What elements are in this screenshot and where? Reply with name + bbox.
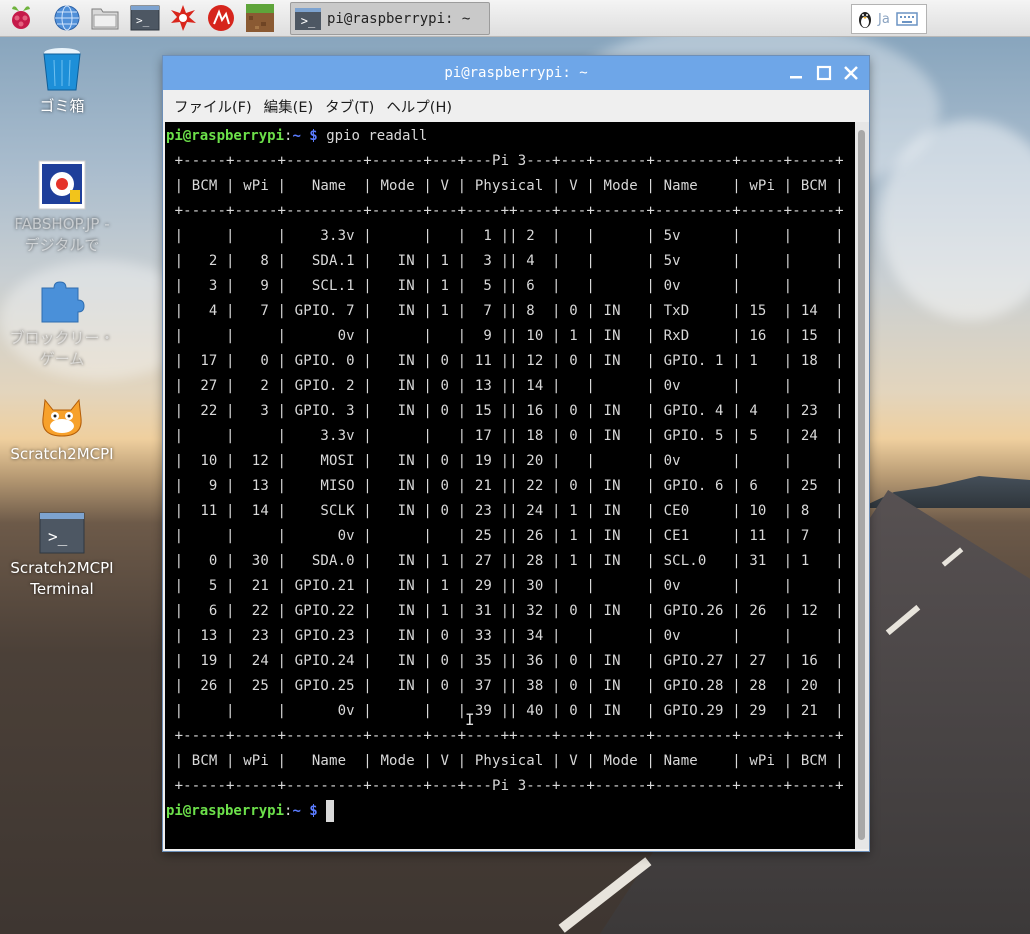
maximize-icon[interactable]: [815, 64, 833, 82]
menu-tabs[interactable]: タブ(T): [324, 96, 375, 117]
prompt-path: ~ $: [292, 803, 318, 819]
text-cursor: [326, 800, 335, 822]
gpio-table-line: | 6 | 22 | GPIO.22 | IN | 1 | 31 || 32 |…: [166, 603, 844, 619]
minecraft-icon[interactable]: [245, 3, 275, 33]
desktop-icon-label: Scratch2MCPI Terminal: [10, 559, 114, 598]
gpio-table-line: | | | 0v | | | 25 || 26 | 1 | IN | CE1 |…: [166, 528, 844, 544]
terminal-icon[interactable]: >_: [130, 3, 160, 33]
gpio-table-line: | BCM | wPi | Name | Mode | V | Physical…: [166, 178, 844, 194]
penguin-icon: [859, 12, 871, 28]
gpio-table-line: | | | 3.3v | | | 17 || 18 | 0 | IN | GPI…: [166, 428, 844, 444]
desktop-icon-scratch2mcpi[interactable]: Scratch2MCPI: [2, 396, 122, 465]
gpio-table-line: +-----+-----+---------+------+---+----++…: [166, 728, 844, 744]
command-text: gpio readall: [326, 128, 428, 144]
gpio-table-line: | 22 | 3 | GPIO. 3 | IN | 0 | 15 || 16 |…: [166, 403, 844, 419]
prompt-path: ~ $: [292, 128, 318, 144]
gpio-table-line: | 10 | 12 | MOSI | IN | 0 | 19 || 20 | |…: [166, 453, 844, 469]
menu-file[interactable]: ファイル(F): [173, 96, 253, 117]
prompt-user: pi@raspberrypi: [166, 803, 285, 819]
desktop-icon-blockly[interactable]: ブロックリー・ゲーム: [2, 280, 122, 370]
gpio-table-line: +-----+-----+---------+------+---+---Pi …: [166, 778, 844, 794]
command-line: pi@raspberrypi:~ $ gpio readall: [166, 124, 427, 149]
taskbar-terminal-task[interactable]: >_ pi@raspberrypi: ~: [290, 2, 490, 35]
prompt-user: pi@raspberrypi: [166, 128, 285, 144]
desktop-icon-label: Scratch2MCPI: [10, 445, 114, 463]
file-manager-icon[interactable]: [90, 3, 120, 33]
trash-icon: [43, 48, 81, 91]
mathematica-icon[interactable]: [206, 3, 236, 33]
task-label: pi@raspberrypi: ~: [327, 10, 471, 27]
gpio-table-line: | 0 | 30 | SDA.0 | IN | 1 | 27 || 28 | 1…: [166, 553, 844, 569]
close-icon[interactable]: [842, 64, 860, 82]
terminal-window: pi@raspberrypi: ~ ファイル(F) 編集(E) タブ(T) ヘル…: [163, 56, 869, 851]
gpio-table-line: | 2 | 8 | SDA.1 | IN | 1 | 3 || 4 | | | …: [166, 253, 844, 269]
gpio-table-line: | 27 | 2 | GPIO. 2 | IN | 0 | 13 || 14 |…: [166, 378, 844, 394]
gpio-table-line: | | | 3.3v | | | 1 || 2 | | | 5v | | |: [166, 228, 844, 244]
window-title: pi@raspberrypi: ~: [444, 65, 588, 81]
gpio-table-line: | 5 | 21 | GPIO.21 | IN | 1 | 29 || 30 |…: [166, 578, 844, 594]
menu-bar: ファイル(F) 編集(E) タブ(T) ヘルプ(H): [163, 90, 869, 122]
gpio-table-line: | 17 | 0 | GPIO. 0 | IN | 0 | 11 || 12 |…: [166, 353, 844, 369]
desktop-icon-scratch2mcpi-terminal[interactable]: >_ Scratch2MCPI Terminal: [2, 512, 122, 600]
gpio-table-line: +-----+-----+---------+------+---+----++…: [166, 203, 844, 219]
gpio-table-line: | 4 | 7 | GPIO. 7 | IN | 1 | 7 || 8 | 0 …: [166, 303, 844, 319]
scratch-cat-icon: [42, 398, 82, 437]
desktop-icon-trash[interactable]: ゴミ箱: [2, 44, 122, 117]
menu-edit[interactable]: 編集(E): [263, 96, 314, 117]
language-indicator: Ja: [878, 11, 890, 27]
raspberry-menu-icon[interactable]: [6, 3, 36, 33]
menu-help[interactable]: ヘルプ(H): [385, 96, 453, 117]
scrollbar-thumb[interactable]: [858, 130, 865, 840]
wolfram-icon[interactable]: [168, 3, 198, 33]
gpio-table-line: | 13 | 23 | GPIO.23 | IN | 0 | 33 || 34 …: [166, 628, 844, 644]
prompt-line: pi@raspberrypi:~ $: [166, 799, 335, 824]
gpio-table-line: | 19 | 24 | GPIO.24 | IN | 0 | 35 || 36 …: [166, 653, 844, 669]
svg-text:>_: >_: [48, 527, 68, 546]
gpio-table-line: +-----+-----+---------+------+---+---Pi …: [166, 153, 844, 169]
top-panel: >_ >_ pi@raspberrypi: ~ Ja: [0, 0, 1030, 37]
gpio-table-line: | | | 0v | | | 9 || 10 | 1 | IN | RxD | …: [166, 328, 844, 344]
terminal-icon: >_: [295, 7, 321, 30]
minimize-icon[interactable]: [787, 64, 805, 82]
gpio-table-line: | 26 | 25 | GPIO.25 | IN | 0 | 37 || 38 …: [166, 678, 844, 694]
keyboard-icon: [896, 12, 918, 26]
svg-text:>_: >_: [136, 14, 150, 27]
window-titlebar[interactable]: pi@raspberrypi: ~: [163, 56, 869, 90]
gpio-table-line: | BCM | wPi | Name | Mode | V | Physical…: [166, 753, 844, 769]
fabshop-icon: [38, 160, 86, 210]
web-browser-icon[interactable]: [52, 3, 82, 33]
terminal-icon: >_: [39, 512, 85, 554]
terminal-output[interactable]: pi@raspberrypi:~ $ gpio readall +-----+-…: [165, 122, 855, 849]
desktop-icon-fabshop[interactable]: FABSHOP.JP - デジタルで: [2, 160, 122, 256]
gpio-table-line: | 11 | 14 | SCLK | IN | 0 | 23 || 24 | 1…: [166, 503, 844, 519]
gpio-table-line: | 3 | 9 | SCL.1 | IN | 1 | 5 || 6 | | | …: [166, 278, 844, 294]
gpio-table-line: | | | 0v | | | 39 || 40 | 0 | IN | GPIO.…: [166, 703, 844, 719]
gpio-table-line: | 9 | 13 | MISO | IN | 0 | 21 || 22 | 0 …: [166, 478, 844, 494]
puzzle-icon: [41, 281, 85, 323]
desktop-icon-label: FABSHOP.JP - デジタルで: [14, 215, 110, 254]
terminal-scrollbar[interactable]: [855, 122, 869, 849]
desktop-icon-label: ゴミ箱: [39, 97, 85, 115]
desktop-icon-label: ブロックリー・ゲーム: [9, 329, 115, 368]
ibeam-cursor-icon: I: [465, 710, 475, 729]
input-method-tray[interactable]: Ja: [851, 4, 927, 34]
